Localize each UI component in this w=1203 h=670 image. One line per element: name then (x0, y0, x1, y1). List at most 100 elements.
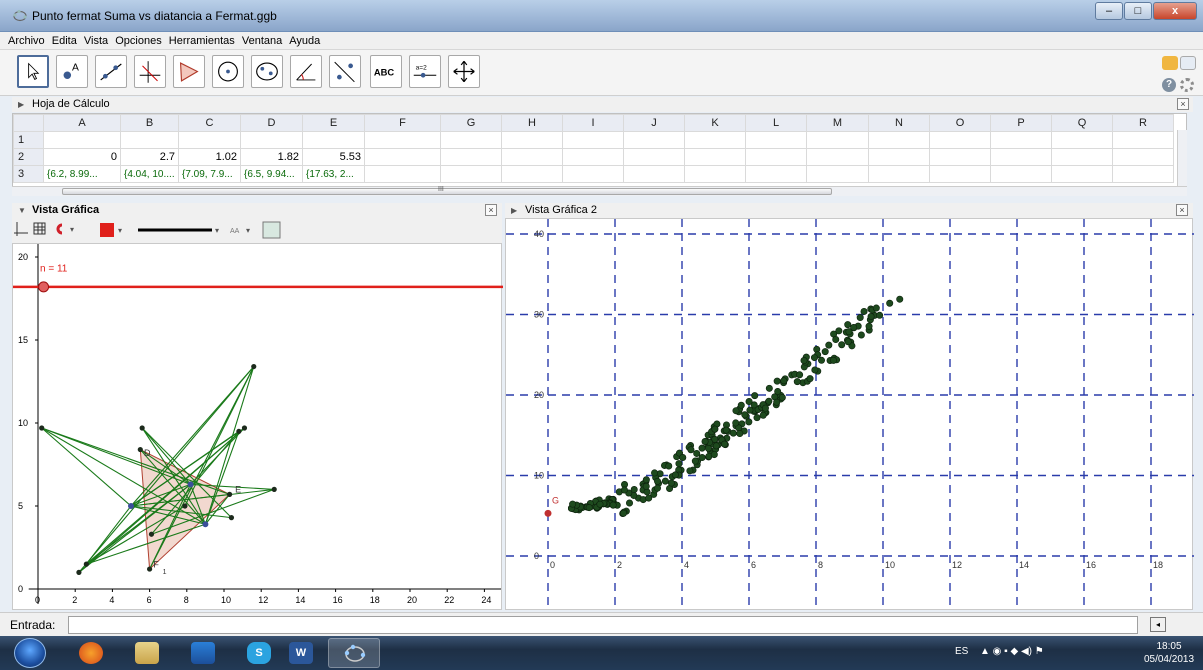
grid-toggle-icon[interactable] (33, 222, 46, 235)
cell[interactable] (1051, 165, 1113, 183)
cell[interactable] (440, 165, 502, 183)
cell[interactable] (990, 131, 1052, 149)
explorer-icon[interactable] (121, 638, 173, 668)
reflect-tool-icon[interactable] (329, 55, 361, 88)
cell[interactable] (623, 148, 685, 166)
cell[interactable] (745, 131, 807, 149)
cell[interactable] (806, 165, 869, 183)
row-header[interactable]: 3 (13, 165, 44, 183)
axes-toggle-icon[interactable] (14, 222, 28, 236)
spreadsheet-vertical-scrollbar[interactable] (1177, 130, 1187, 186)
close-panel-icon[interactable]: × (1176, 204, 1188, 216)
undo-icon[interactable] (1162, 56, 1178, 70)
line-tool-icon[interactable] (95, 55, 127, 88)
cell[interactable] (364, 165, 441, 183)
cell[interactable] (1112, 131, 1174, 149)
column-header[interactable]: D (240, 114, 303, 132)
cell[interactable] (745, 165, 807, 183)
help-icon[interactable]: ? (1162, 78, 1176, 92)
column-header[interactable]: R (1112, 114, 1174, 132)
column-header[interactable]: A (43, 114, 121, 132)
column-header[interactable]: O (929, 114, 991, 132)
column-header[interactable]: B (120, 114, 179, 132)
column-header[interactable]: N (868, 114, 930, 132)
media-player-icon[interactable] (177, 638, 229, 668)
cell[interactable]: 2.7 (120, 148, 179, 166)
column-header[interactable]: L (745, 114, 807, 132)
menu-ventana[interactable]: Ventana (240, 32, 284, 47)
close-panel-icon[interactable]: × (485, 204, 497, 216)
point-tool-icon[interactable]: A (56, 55, 88, 88)
ellipse-tool-icon[interactable] (251, 55, 283, 88)
color-dropdown-icon[interactable]: ▾ (118, 226, 122, 235)
cell[interactable] (990, 148, 1052, 166)
maximize-button[interactable]: □ (1124, 2, 1152, 20)
line-style-dropdown-icon[interactable]: ▾ (215, 226, 219, 235)
cell[interactable] (178, 131, 241, 149)
cell[interactable] (501, 165, 563, 183)
angle-tool-icon[interactable] (290, 55, 322, 88)
geogebra-taskbar-icon[interactable] (328, 638, 380, 668)
pin-icon[interactable] (262, 221, 281, 239)
cell[interactable] (1051, 148, 1113, 166)
cell[interactable]: {7.09, 7.9... (178, 165, 241, 183)
column-header[interactable]: I (562, 114, 624, 132)
cell[interactable]: 0 (43, 148, 121, 166)
menu-herramientas[interactable]: Herramientas (167, 32, 237, 47)
minimize-button[interactable]: – (1095, 2, 1123, 20)
cell[interactable] (1051, 131, 1113, 149)
start-button[interactable] (14, 638, 46, 668)
firefox-icon[interactable] (65, 638, 117, 668)
keyboard-icon[interactable]: ◂ (1150, 617, 1166, 632)
cell[interactable] (1112, 165, 1174, 183)
move-tool-icon[interactable] (17, 55, 49, 88)
label-style-icon[interactable]: AA (230, 228, 240, 235)
cell[interactable]: {6.2, 8.99... (43, 165, 121, 183)
cell[interactable] (929, 148, 991, 166)
cell[interactable] (868, 165, 930, 183)
column-header[interactable]: H (501, 114, 563, 132)
menu-archivo[interactable]: Archivo (0, 32, 47, 47)
cell[interactable] (501, 131, 563, 149)
spreadsheet-horizontal-scrollbar[interactable]: III (12, 186, 1187, 196)
cell[interactable] (1112, 148, 1174, 166)
cell[interactable] (562, 131, 624, 149)
panel-collapse-icon[interactable]: ▼ (18, 206, 26, 215)
row-header[interactable]: 1 (13, 131, 44, 149)
magnet-icon[interactable]: ▾ (56, 223, 74, 235)
column-header[interactable]: F (364, 114, 441, 132)
cell[interactable] (562, 165, 624, 183)
cell[interactable] (990, 165, 1052, 183)
circle-tool-icon[interactable] (212, 55, 244, 88)
cell[interactable] (929, 131, 991, 149)
cell[interactable] (806, 148, 869, 166)
column-header[interactable]: Q (1051, 114, 1113, 132)
cell[interactable]: 5.53 (302, 148, 365, 166)
cell[interactable] (501, 148, 563, 166)
graphics-view-2-canvas[interactable]: 0 2 4 6 8 10 12 14 16 18 0 10 20 30 40 G (506, 219, 1194, 611)
input-field[interactable] (68, 616, 1138, 634)
menu-edita[interactable]: Edita (50, 32, 79, 47)
slider-tool-icon[interactable]: a=2 (409, 55, 441, 88)
menu-opciones[interactable]: Opciones (113, 32, 163, 47)
menu-ayuda[interactable]: Ayuda (287, 32, 322, 47)
tray-icons[interactable]: ▲ ◉ ▪ ◆ ◀) ⚑ (980, 646, 1044, 657)
panel-collapse-icon[interactable]: ▶ (511, 206, 517, 215)
close-button[interactable]: x (1153, 2, 1197, 20)
row-header[interactable]: 2 (13, 148, 44, 166)
cell[interactable] (623, 165, 685, 183)
word-icon[interactable]: W (275, 638, 327, 668)
language-indicator[interactable]: ES (955, 646, 968, 657)
cell[interactable]: {6.5, 9.94... (240, 165, 303, 183)
cell[interactable] (929, 165, 991, 183)
column-header[interactable]: E (302, 114, 365, 132)
menu-vista[interactable]: Vista (82, 32, 110, 47)
cell[interactable]: {17.63, 2... (302, 165, 365, 183)
text-tool-icon[interactable]: ABC (370, 55, 402, 88)
graphics-view-1-canvas[interactable]: 0 2 4 6 8 10 12 14 16 18 20 22 2405101520n = 11DEF1 (13, 244, 503, 611)
column-header[interactable]: M (806, 114, 869, 132)
scrollbar-thumb[interactable]: III (62, 186, 832, 195)
cell[interactable] (684, 131, 746, 149)
cell[interactable] (806, 131, 869, 149)
perpendicular-tool-icon[interactable] (134, 55, 166, 88)
